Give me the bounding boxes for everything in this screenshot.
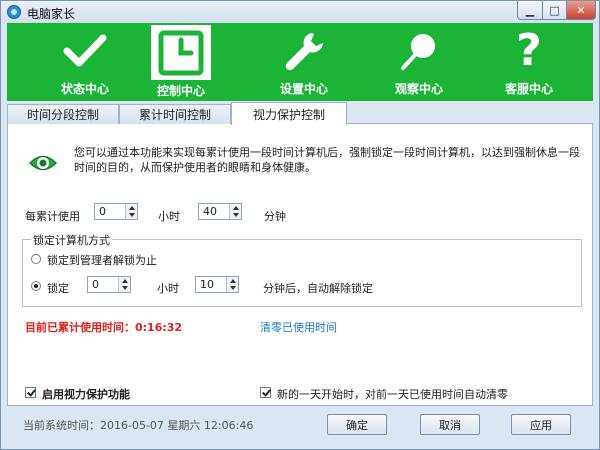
app-window: 电脑家长 ▁ □ ✕ 状态中心 控制中心 设置中心 观察中心 ? 客服中心 时间… <box>0 0 600 450</box>
hours-unit: 小时 <box>157 282 179 295</box>
question-icon: ? <box>516 24 542 76</box>
new-day-reset-checkbox[interactable] <box>260 387 271 398</box>
usage-hours-stepper[interactable]: 0 <box>94 203 138 220</box>
auto-unlock-label: 分钟后，自动解除锁定 <box>263 282 373 295</box>
stepper-value: 0 <box>92 278 99 291</box>
lock-minutes-stepper[interactable]: 10 <box>195 276 239 293</box>
eye-icon <box>28 155 58 171</box>
stepper-value: 40 <box>203 205 217 218</box>
nav-label: 状态中心 <box>60 82 109 96</box>
eye-protection-panel: 您可以通过本功能来实现每累计使用一段时间计算机后，强制锁定一段时间计算机，以达到… <box>7 124 593 406</box>
tab-cumulative-time[interactable]: 累计时间控制 <box>119 104 231 124</box>
nav-status-center[interactable]: 状态中心 <box>37 23 133 101</box>
enable-protection-label: 启用视力保护功能 <box>42 388 130 401</box>
nav-observe-center[interactable]: 观察中心 <box>371 23 467 101</box>
maximize-button[interactable]: □ <box>542 1 567 20</box>
checkmark-icon <box>55 23 115 78</box>
usage-label: 每累计使用 <box>25 210 80 223</box>
stepper-value: 0 <box>99 205 106 218</box>
cancel-button[interactable]: 取消 <box>420 414 480 435</box>
usage-minutes-stepper[interactable]: 40 <box>198 203 242 220</box>
minimize-icon: ▁ <box>525 3 535 17</box>
nav-control-center[interactable]: 控制中心 <box>133 23 229 101</box>
used-time-status: 目前已累计使用时间：0:16:32 <box>25 321 183 334</box>
enable-protection-checkbox[interactable] <box>25 387 36 398</box>
feature-description: 您可以通过本功能来实现每累计使用一段时间计算机后，强制锁定一段时间计算机，以达到… <box>74 146 580 174</box>
clear-used-time-link[interactable]: 清零已使用时间 <box>260 319 337 335</box>
window-title: 电脑家长 <box>27 7 76 21</box>
hours-unit: 小时 <box>158 210 180 223</box>
apply-button[interactable]: 应用 <box>511 414 571 435</box>
nav-service-center[interactable]: ? 客服中心 <box>481 23 577 101</box>
nav-label: 设置中心 <box>279 82 328 96</box>
tab-time-segment[interactable]: 时间分段控制 <box>7 104 119 124</box>
clock-icon <box>151 25 211 80</box>
nav-label: 客服中心 <box>504 82 553 96</box>
magnifier-icon <box>389 23 449 78</box>
tab-eye-protection[interactable]: 视力保护控制 <box>231 102 347 125</box>
title-bar[interactable]: 电脑家长 ▁ □ ✕ <box>1 1 599 23</box>
nav-label: 控制中心 <box>156 84 205 98</box>
nav-label: 观察中心 <box>394 82 443 96</box>
nav-banner: 状态中心 控制中心 设置中心 观察中心 ? 客服中心 <box>7 23 593 101</box>
radio-lock-timed[interactable] <box>31 281 41 291</box>
stepper-arrows-icon[interactable] <box>226 277 238 292</box>
maximize-icon: □ <box>549 3 560 17</box>
stepper-arrows-icon[interactable] <box>125 204 137 219</box>
stepper-arrows-icon[interactable] <box>118 277 130 292</box>
nav-settings-center[interactable]: 设置中心 <box>256 23 352 101</box>
system-time: 当前系统时间：2016-05-07 星期六 12:06:46 <box>23 419 254 432</box>
close-button[interactable]: ✕ <box>566 1 596 20</box>
stepper-value: 10 <box>200 278 214 291</box>
ok-button[interactable]: 确定 <box>327 414 387 435</box>
stepper-arrows-icon[interactable] <box>229 204 241 219</box>
tab-bar: 时间分段控制 累计时间控制 视力保护控制 <box>7 102 593 125</box>
lock-method-group: 锁定计算机方式 锁定到管理者解锁为止 锁定 0 小时 10 分钟后，自动解除锁定 <box>22 232 582 307</box>
close-icon: ✕ <box>576 3 586 17</box>
wrench-icon <box>274 23 334 78</box>
radio-lock-until-admin[interactable] <box>31 254 41 264</box>
radio-label: 锁定 <box>47 282 69 295</box>
minutes-unit: 分钟 <box>264 210 286 223</box>
minimize-button[interactable]: ▁ <box>517 1 543 20</box>
new-day-reset-label: 新的一天开始时，对前一天已使用时间自动清零 <box>277 388 508 401</box>
app-logo-icon <box>7 5 21 19</box>
group-title: 锁定计算机方式 <box>31 232 112 248</box>
lock-hours-stepper[interactable]: 0 <box>87 276 131 293</box>
radio-label: 锁定到管理者解锁为止 <box>47 254 157 267</box>
